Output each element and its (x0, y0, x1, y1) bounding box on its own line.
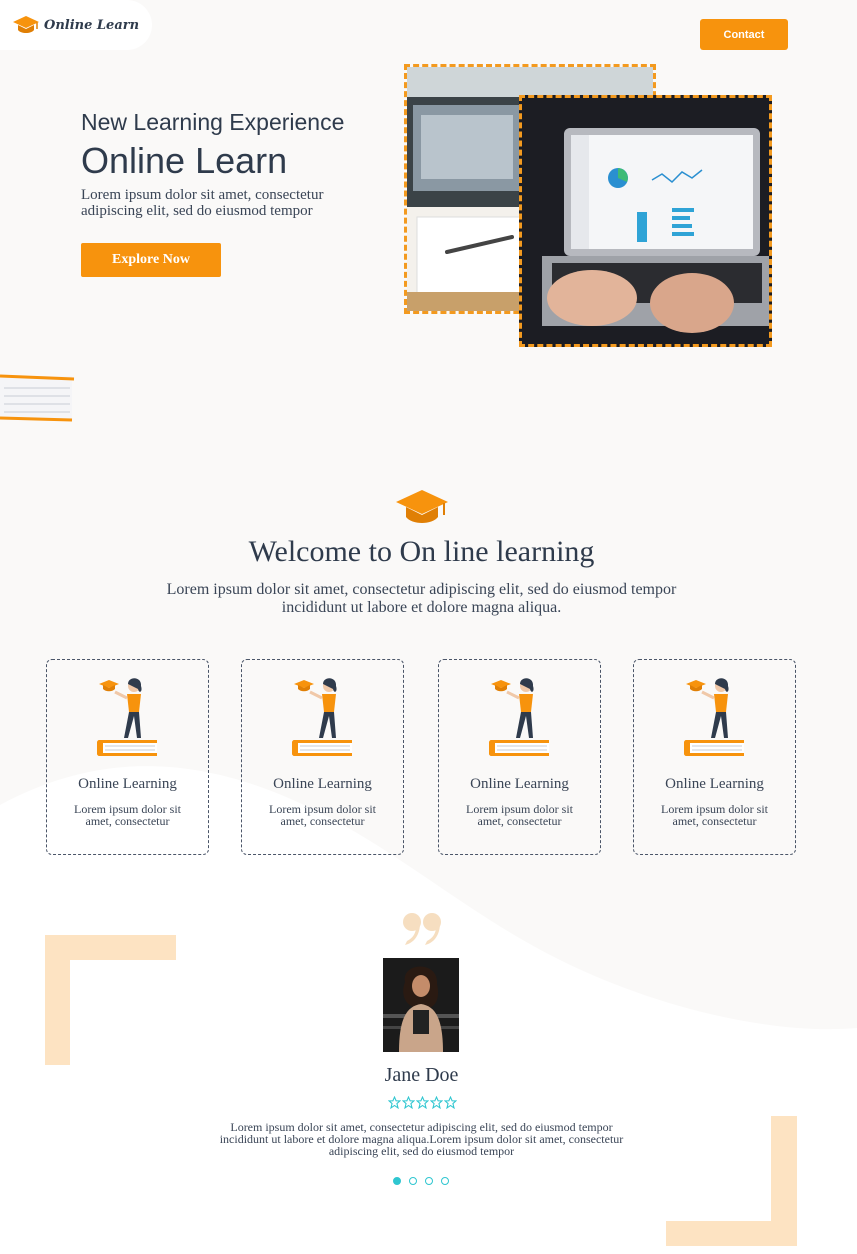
feature-text: Lorem ipsum dolor sit amet, consectetur (74, 802, 181, 828)
feature-card[interactable]: Online Learning Lorem ipsum dolor sit am… (46, 659, 209, 855)
testimonial-text: Lorem ipsum dolor sit amet, consectetur … (219, 1120, 624, 1158)
star-outline-icon (444, 1096, 457, 1109)
student-on-book-icon (97, 678, 157, 756)
feature-title: Online Learning (665, 776, 764, 792)
star-outline-icon (388, 1096, 401, 1109)
contact-button[interactable]: Contact (700, 19, 788, 50)
corner-decoration (45, 935, 176, 1065)
quote-icon (403, 913, 441, 945)
graduation-cap-icon (396, 490, 448, 523)
star-outline-icon (402, 1096, 415, 1109)
testimonial-name: Jane Doe (384, 1064, 459, 1086)
brand-logo[interactable]: Online Learn (0, 0, 152, 50)
carousel-dots (393, 1177, 449, 1185)
carousel-dot[interactable] (441, 1177, 449, 1185)
feature-title: Online Learning (78, 776, 177, 792)
student-on-book-icon (684, 678, 744, 756)
hero-title: Online Learn (81, 140, 288, 181)
feature-text: Lorem ipsum dolor sit amet, consectetur (466, 802, 573, 828)
feature-card[interactable]: Online Learning Lorem ipsum dolor sit am… (438, 659, 601, 855)
corner-decoration (666, 1116, 797, 1246)
hero-subtitle: New Learning Experience (81, 109, 345, 135)
hero-photo-laptop (519, 95, 772, 347)
notebook-decoration (0, 374, 75, 422)
student-on-book-icon (489, 678, 549, 756)
feature-title: Online Learning (470, 776, 569, 792)
brand-name: Online Learn (44, 17, 140, 33)
carousel-dot[interactable] (409, 1177, 417, 1185)
carousel-dot[interactable] (425, 1177, 433, 1185)
feature-text: Lorem ipsum dolor sit amet, consectetur (661, 802, 768, 828)
carousel-dot[interactable] (393, 1177, 401, 1185)
avatar (383, 958, 459, 1052)
feature-card[interactable]: Online Learning Lorem ipsum dolor sit am… (633, 659, 796, 855)
star-outline-icon (430, 1096, 443, 1109)
graduation-cap-icon (13, 16, 39, 33)
student-on-book-icon (292, 678, 352, 756)
star-outline-icon (416, 1096, 429, 1109)
hero-description: Lorem ipsum dolor sit amet, consectetur … (81, 187, 324, 219)
explore-now-button[interactable]: Explore Now (81, 243, 221, 277)
feature-text: Lorem ipsum dolor sit amet, consectetur (269, 802, 376, 828)
feature-card[interactable]: Online Learning Lorem ipsum dolor sit am… (241, 659, 404, 855)
welcome-title: Welcome to On line learning (248, 535, 595, 568)
feature-title: Online Learning (273, 776, 372, 792)
welcome-description: Lorem ipsum dolor sit amet, consectetur … (166, 581, 677, 616)
star-rating (388, 1096, 457, 1109)
